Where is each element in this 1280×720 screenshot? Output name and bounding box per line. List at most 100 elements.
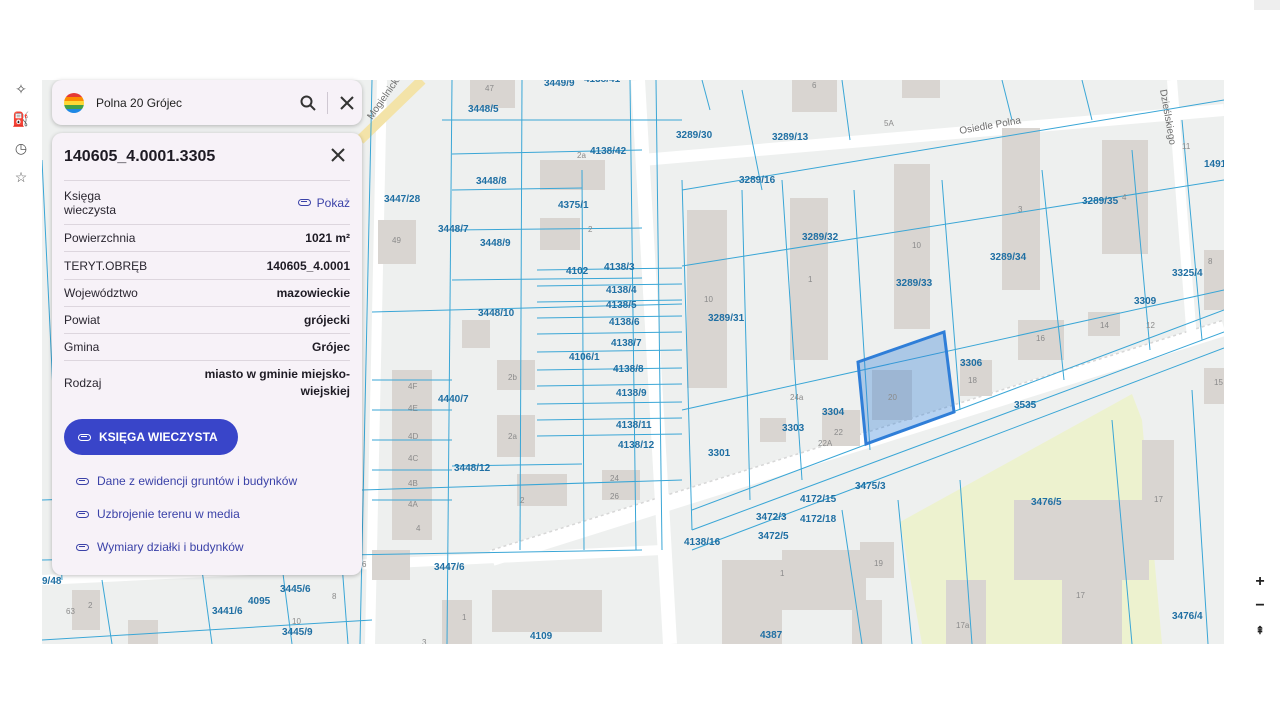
zoom-in-button[interactable]: + (1255, 570, 1264, 594)
building-number-label: 10 (292, 617, 301, 626)
search-bar[interactable]: Polna 20 Grójec (52, 80, 362, 125)
row-key: TERYT.OBRĘB (64, 258, 148, 273)
building-number-label: 17 (1154, 495, 1163, 504)
building-number-label: 17 (1076, 591, 1085, 600)
bottom-bar (18, 644, 1274, 720)
corner-scroll-stub (1254, 0, 1280, 10)
parcel-number-label: 3304 (822, 407, 845, 418)
parcel-number-label: 3448/9 (480, 238, 511, 249)
row-key: Księga wieczysta (64, 188, 117, 217)
sparkle-icon[interactable]: ✧ (12, 80, 30, 98)
building-number-label: 2 (88, 601, 93, 610)
fuel-icon[interactable]: ⛽ (12, 110, 30, 128)
row-value: grójecki (303, 313, 350, 327)
building-number-label: 4B (408, 479, 418, 488)
parcel-number-label: 3289/30 (676, 130, 713, 141)
building-number-label: 2a (508, 432, 517, 441)
row-value: Grójec (311, 340, 350, 354)
parcel-number-label: 3289/34 (990, 252, 1027, 263)
search-input[interactable]: Polna 20 Grójec (96, 96, 293, 110)
link-land-records[interactable]: Dane z ewidencji gruntów i budynków (76, 474, 297, 488)
row-key: Gmina (64, 340, 100, 354)
row-key: Rodzaj (64, 376, 102, 390)
row-value: miasto w gminie miejsko-wiejskiej (204, 367, 350, 398)
land-register-button[interactable]: KSIĘGA WIECZYSTA (64, 419, 238, 455)
building (128, 620, 158, 644)
building-number-label: 2 (588, 225, 593, 234)
building-number-label: 11 (1182, 142, 1191, 151)
app-logo-icon (64, 92, 84, 113)
link-icon (297, 199, 311, 206)
building (517, 474, 567, 506)
parcel-number-label: 3535 (1014, 400, 1037, 411)
link-label: Wymiary działki i budynków (97, 540, 244, 554)
link-utilities[interactable]: Uzbrojenie terenu w media (76, 507, 240, 521)
close-icon[interactable] (332, 88, 362, 118)
building-number-label: 10 (912, 241, 921, 250)
land-register-button-label: KSIĘGA WIECZYSTA (99, 430, 218, 444)
parcel-number-label: 3306 (960, 358, 983, 369)
building (946, 580, 986, 644)
parcel-number-label: 4138/42 (590, 146, 627, 157)
building-number-label: 4C (408, 454, 418, 463)
parcel-number-label: 3476/4 (1172, 611, 1203, 622)
parcel-number-label: 3301 (708, 448, 731, 459)
compass-icon[interactable]: ⇞ (1255, 618, 1264, 642)
link-icon (76, 510, 89, 518)
parcel-number-label: 4138/11 (616, 420, 652, 431)
parcel-number-label: 4138/5 (606, 300, 637, 311)
building-number-label: 1 (808, 275, 813, 284)
parcel-number-label: 3448/10 (478, 308, 515, 319)
link-icon (76, 543, 89, 551)
building-number-label: 10 (704, 295, 713, 304)
parcel-id-title: 140605_4.0001.3305 (64, 147, 216, 165)
building-number-label: 1 (780, 569, 785, 578)
building-number-label: 22 (834, 428, 843, 437)
building-number-label: 4F (408, 382, 417, 391)
show-link-label: Pokaż (316, 195, 350, 210)
parcel-number-label: 3325/4 (1172, 268, 1203, 279)
building (558, 220, 578, 250)
parcel-number-label: 3472/5 (758, 531, 789, 542)
parcel-number-label: 3289/32 (802, 232, 839, 243)
star-icon[interactable]: ☆ (12, 168, 30, 186)
building (602, 470, 640, 500)
history-icon[interactable]: ◷ (12, 139, 30, 157)
parcel-number-label: 4138/6 (609, 317, 640, 328)
row-type: Rodzaj miasto w gminie miejsko-wiejskiej (64, 361, 350, 405)
building-number-label: 63 (66, 607, 75, 616)
parcel-number-label: 3289/33 (896, 278, 933, 289)
parcel-number-label: 4440/7 (438, 394, 469, 405)
parcel-number-label: 4095 (248, 596, 271, 607)
parcel-number-label: 3289/13 (772, 132, 809, 143)
zoom-out-button[interactable]: − (1255, 594, 1264, 618)
building-number-label: 4A (408, 500, 418, 509)
parcel-number-label: 4387 (760, 630, 783, 641)
building-number-label: 5A (884, 119, 894, 128)
building-number-label: 2b (508, 373, 517, 382)
building-number-label: 24a (790, 393, 804, 402)
link-dimensions[interactable]: Wymiary działki i budynków (76, 540, 244, 554)
link-label: Dane z ewidencji gruntów i budynków (97, 474, 298, 488)
building (540, 160, 605, 190)
parcel-number-label: 3472/3 (756, 512, 787, 523)
close-panel-icon[interactable] (326, 146, 350, 167)
building (492, 590, 602, 632)
row-value: mazowieckie (276, 286, 350, 300)
building-number-label: 17a (956, 621, 970, 630)
parcel-number-label: 4109 (530, 631, 553, 642)
parcel-number-label: 4138/12 (618, 440, 655, 451)
search-icon[interactable] (293, 88, 323, 118)
parcel-number-label: 4375/1 (558, 200, 589, 211)
building-number-label: 1 (462, 613, 467, 622)
row-area: Powierzchnia 1021 m² (64, 225, 350, 252)
building-number-label: 2a (577, 151, 586, 160)
building-number-label: 4 (416, 524, 421, 533)
parcel-number-label: 3289/16 (739, 175, 776, 186)
building-number-label: 26 (610, 492, 619, 501)
row-municipality: Gmina Grójec (64, 334, 350, 361)
row-value: 1021 m² (305, 231, 350, 245)
show-link[interactable]: Pokaż (297, 195, 350, 210)
parcel-number-label: 4138/9 (616, 388, 647, 399)
building-number-label: 12 (1146, 321, 1155, 330)
